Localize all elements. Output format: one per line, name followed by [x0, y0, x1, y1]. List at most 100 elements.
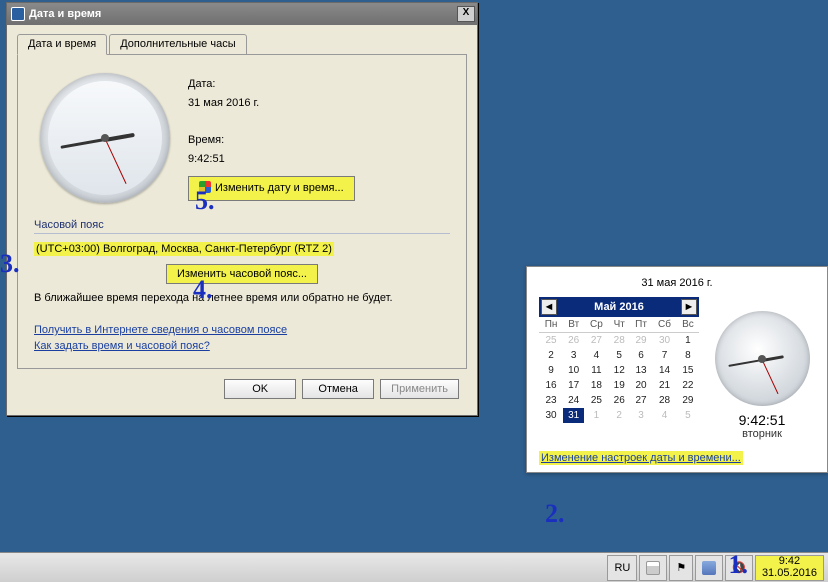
tray-volume[interactable]: 🔇	[725, 555, 753, 581]
tray-action-center[interactable]: ⚑	[669, 555, 693, 581]
calendar-dow: Пн	[539, 317, 563, 333]
calendar-day[interactable]: 26	[609, 393, 630, 408]
calendar-day[interactable]: 30	[539, 408, 563, 423]
titlebar[interactable]: Дата и время X	[7, 3, 477, 25]
calendar-dow: Пт	[630, 317, 652, 333]
language-indicator[interactable]: RU	[607, 555, 637, 581]
link-online-tz-info[interactable]: Получить в Интернете сведения о часовом …	[34, 324, 287, 336]
dst-note: В ближайшее время перехода на летнее вре…	[34, 292, 450, 304]
calendar-day[interactable]: 29	[677, 393, 699, 408]
date-value: 31 мая 2016 г.	[188, 94, 355, 113]
calendar-day[interactable]: 4	[584, 348, 608, 363]
calendar-day[interactable]: 28	[652, 393, 677, 408]
calendar-day[interactable]: 8	[677, 348, 699, 363]
calendar-day[interactable]: 31	[563, 408, 584, 423]
timezone-header: Часовой пояс	[34, 217, 450, 234]
cancel-button[interactable]: Отмена	[302, 379, 374, 399]
tray-date: 31.05.2016	[762, 568, 817, 580]
next-month-button[interactable]: ►	[681, 299, 697, 315]
calendar-day[interactable]: 22	[677, 378, 699, 393]
calendar-header: ◄ Май 2016 ►	[539, 297, 699, 317]
ok-button[interactable]: OK	[224, 379, 296, 399]
calendar-day[interactable]: 7	[652, 348, 677, 363]
shield-icon	[199, 181, 211, 193]
calendar-day[interactable]: 11	[584, 363, 608, 378]
tab-date-time[interactable]: Дата и время	[17, 34, 107, 55]
calendar-dow: Вс	[677, 317, 699, 333]
calendar-day[interactable]: 1	[677, 333, 699, 349]
change-timezone-button[interactable]: Изменить часовой пояс...	[166, 264, 318, 284]
tabpanel: Дата: 31 мая 2016 г. Время: 9:42:51 Изме…	[17, 55, 467, 369]
calendar-day[interactable]: 3	[630, 408, 652, 423]
change-date-time-button[interactable]: Изменить дату и время...	[188, 176, 355, 201]
calendar-day[interactable]: 1	[584, 408, 608, 423]
link-how-to-set[interactable]: Как задать время и часовой пояс?	[34, 340, 210, 352]
calendar-day[interactable]: 2	[539, 348, 563, 363]
calendar-day[interactable]: 5	[677, 408, 699, 423]
tray-datetime-popup: 31 мая 2016 г. ◄ Май 2016 ► ПнВтСрЧтПтСб…	[526, 266, 828, 473]
taskbar: RU ⚑ 🔇 9:42 31.05.2016	[0, 552, 828, 582]
time-label: Время:	[188, 131, 355, 150]
flag-icon	[646, 561, 660, 575]
calendar-day[interactable]: 16	[539, 378, 563, 393]
network-icon	[702, 561, 716, 575]
calendar-day[interactable]: 27	[630, 393, 652, 408]
calendar-day[interactable]: 20	[630, 378, 652, 393]
tabstrip: Дата и время Дополнительные часы	[17, 33, 467, 55]
calendar-dow: Чт	[609, 317, 630, 333]
annotation-2: 2.	[545, 499, 565, 529]
popup-analog-clock	[715, 311, 810, 406]
calendar-day[interactable]: 30	[652, 333, 677, 349]
calendar-day[interactable]: 21	[652, 378, 677, 393]
tray-clock[interactable]: 9:42 31.05.2016	[755, 555, 824, 581]
calendar-day[interactable]: 6	[630, 348, 652, 363]
date-label: Дата:	[188, 75, 355, 94]
calendar-day[interactable]: 3	[563, 348, 584, 363]
popup-time: 9:42:51	[739, 412, 786, 428]
calendar-day[interactable]: 5	[609, 348, 630, 363]
popup-date-heading: 31 мая 2016 г.	[539, 277, 815, 289]
calendar-day[interactable]: 2	[609, 408, 630, 423]
tray-network[interactable]	[695, 555, 723, 581]
apply-button[interactable]: Применить	[380, 379, 459, 399]
tray-overflow[interactable]	[639, 555, 667, 581]
calendar-day[interactable]: 24	[563, 393, 584, 408]
calendar-day[interactable]: 25	[584, 393, 608, 408]
calendar-day[interactable]: 4	[652, 408, 677, 423]
analog-clock	[40, 73, 170, 203]
close-button[interactable]: X	[457, 6, 475, 22]
tray-time: 9:42	[779, 556, 800, 568]
calendar-day[interactable]: 10	[563, 363, 584, 378]
calendar-day[interactable]: 23	[539, 393, 563, 408]
calendar-day[interactable]: 15	[677, 363, 699, 378]
calendar-day[interactable]: 25	[539, 333, 563, 349]
calendar-grid[interactable]: ПнВтСрЧтПтСбВс 2526272829301234567891011…	[539, 317, 699, 423]
titlebar-icon	[11, 7, 25, 21]
volume-icon: 🔇	[732, 561, 746, 574]
calendar-day[interactable]: 13	[630, 363, 652, 378]
calendar-day[interactable]: 12	[609, 363, 630, 378]
calendar-day[interactable]: 18	[584, 378, 608, 393]
calendar-day[interactable]: 28	[609, 333, 630, 349]
calendar-dow: Сб	[652, 317, 677, 333]
change-datetime-settings-link[interactable]: Изменение настроек даты и времени...	[539, 451, 743, 465]
calendar-day[interactable]: 14	[652, 363, 677, 378]
timezone-value: (UTC+03:00) Волгоград, Москва, Санкт-Пет…	[34, 242, 334, 256]
popup-dayofweek: вторник	[742, 428, 782, 440]
calendar-day[interactable]: 17	[563, 378, 584, 393]
dialog-buttons: OK Отмена Применить	[17, 369, 467, 403]
date-time-text: Дата: 31 мая 2016 г. Время: 9:42:51 Изме…	[188, 69, 355, 207]
date-time-dialog: Дата и время X Дата и время Дополнительн…	[6, 2, 478, 416]
dialog-body: Дата и время Дополнительные часы Дата: 3…	[7, 25, 477, 415]
calendar-day[interactable]: 26	[563, 333, 584, 349]
titlebar-text: Дата и время	[29, 8, 455, 20]
calendar-day[interactable]: 29	[630, 333, 652, 349]
flag-icon-2: ⚑	[676, 561, 686, 574]
tab-additional-clocks[interactable]: Дополнительные часы	[109, 34, 246, 55]
calendar-day[interactable]: 19	[609, 378, 630, 393]
calendar-month-label: Май 2016	[594, 301, 644, 313]
prev-month-button[interactable]: ◄	[541, 299, 557, 315]
calendar: ◄ Май 2016 ► ПнВтСрЧтПтСбВс 252627282930…	[539, 297, 699, 423]
calendar-day[interactable]: 9	[539, 363, 563, 378]
calendar-day[interactable]: 27	[584, 333, 608, 349]
